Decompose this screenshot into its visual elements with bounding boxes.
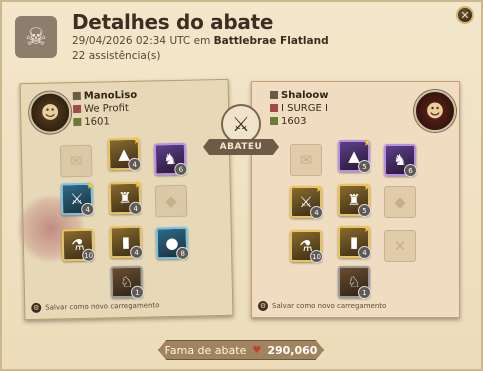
- kill-datetime: 29/04/2026 02:34 UTC em Battlebrae Flatl…: [72, 35, 329, 47]
- page-title: Detalhes do abate: [72, 10, 274, 34]
- armor-slot[interactable]: ♜ 5 ★: [338, 182, 372, 217]
- killer-name[interactable]: ManoLiso: [72, 90, 137, 102]
- skull-crossbones-icon: ☠: [15, 16, 57, 58]
- mount-slot[interactable]: ♘ 1: [338, 266, 371, 299]
- food-slot: ✕: [384, 230, 416, 262]
- killer-avatar[interactable]: ☻: [28, 91, 72, 135]
- save-icon: ⚙: [258, 301, 268, 311]
- player-icon: [72, 91, 81, 101]
- armor-slot[interactable]: ♜ 4 ★: [108, 180, 143, 215]
- potion-slot[interactable]: ⚗ 10: [61, 228, 96, 262]
- kill-fame-value: 290,060: [267, 343, 318, 357]
- guild-icon: [73, 104, 82, 114]
- fame-icon: ♥: [252, 344, 262, 356]
- offhand-slot: ◆: [154, 184, 188, 218]
- potion-slot[interactable]: ⚗ 10: [290, 230, 323, 263]
- cape-slot[interactable]: ♞ 6: [153, 142, 188, 176]
- save-loadout-label: Salvar como novo carregamento: [45, 301, 160, 312]
- kill-location: Battlebrae Flatland: [213, 35, 329, 47]
- kill-details-window: ☠ Detalhes do abate 29/04/2026 02:34 UTC…: [0, 0, 483, 371]
- save-loadout-button[interactable]: ⚙ Salvar como novo carregamento: [31, 300, 160, 314]
- close-button[interactable]: ✕: [456, 6, 474, 24]
- mainhand-slot[interactable]: ⚔ 4 ★: [290, 184, 324, 219]
- player-icon: [270, 91, 278, 99]
- mainhand-slot[interactable]: ⚔ 4 ★: [60, 181, 95, 216]
- bag-slot: ✉: [290, 144, 322, 176]
- victim-item-power: 1603: [270, 116, 306, 127]
- cape-slot[interactable]: ♞ 6: [384, 144, 417, 177]
- kill-fame-bar: Fama de abate ♥ 290,060: [158, 340, 324, 360]
- crossed-swords-icon: ⚔: [221, 104, 261, 144]
- mount-slot[interactable]: ♘ 1: [110, 265, 145, 299]
- kill-fame-label: Fama de abate: [164, 343, 247, 357]
- shoes-slot[interactable]: ▮ 4 ★: [338, 224, 372, 259]
- kill-timestamp: 29/04/2026 02:34 UTC em: [72, 35, 211, 47]
- killer-panel: ☻ ManoLiso We Profit 1601 ✉ ▲ 4 ★ ♞ 6 ⚔ 4 ★ ♜…: [14, 78, 234, 321]
- guild-icon: [270, 104, 278, 112]
- save-loadout-label: Salvar como novo carregamento: [272, 302, 387, 310]
- offhand-slot: ◆: [384, 186, 416, 218]
- head-slot[interactable]: ▲ 4 ★: [107, 136, 142, 171]
- killer-guild[interactable]: We Profit: [73, 103, 129, 115]
- assist-count: 22 assistência(s): [72, 50, 161, 62]
- save-icon: ⚙: [31, 302, 42, 314]
- victim-avatar[interactable]: ☻: [414, 90, 456, 132]
- item-power-icon: [73, 117, 82, 127]
- item-power-icon: [270, 117, 278, 125]
- killer-item-power: 1601: [73, 116, 110, 128]
- save-loadout-button[interactable]: ⚙ Salvar como novo carregamento: [258, 301, 386, 311]
- kill-ribbon: ABATEU: [203, 139, 279, 155]
- victim-guild[interactable]: I SURGE I: [270, 103, 328, 114]
- food-slot[interactable]: ● 8: [155, 226, 190, 260]
- head-slot[interactable]: ▲ 5 ★: [338, 138, 372, 173]
- bag-slot: ✉: [59, 144, 93, 178]
- shoes-slot[interactable]: ▮ 4: [109, 225, 144, 259]
- victim-name[interactable]: Shaloow: [270, 90, 328, 101]
- victim-panel: ☻ Shaloow I SURGE I 1603 ✉ ▲ 5 ★ ♞ 6 ⚔ 4 ★ ♜ 5…: [251, 81, 460, 318]
